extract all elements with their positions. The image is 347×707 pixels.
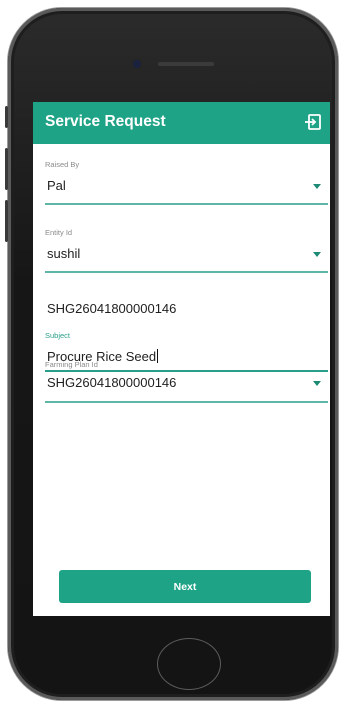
- home-button[interactable]: [157, 638, 221, 690]
- front-camera: [133, 60, 141, 68]
- app-screen: Service Request Raised By Pal Entity Id …: [33, 102, 330, 616]
- farming-plan-label: Farming Plan Id: [45, 360, 98, 369]
- raised-by-label: Raised By: [45, 160, 80, 169]
- farming-plan-dropdown[interactable]: Farming Plan Id SHG26041800000146: [45, 356, 328, 408]
- raised-by-dropdown[interactable]: Raised By Pal: [45, 154, 328, 206]
- earpiece-speaker: [158, 62, 214, 66]
- chevron-down-icon[interactable]: [313, 252, 321, 257]
- shg-id-text: SHG26041800000146: [47, 301, 177, 316]
- entity-id-underline: [45, 271, 328, 273]
- app-bar: Service Request: [33, 102, 330, 144]
- farming-plan-value: SHG26041800000146: [47, 375, 177, 390]
- mute-switch: [5, 106, 8, 128]
- entity-id-dropdown[interactable]: Entity Id sushil: [45, 222, 328, 274]
- entity-id-label: Entity Id: [45, 228, 73, 237]
- subject-label: Subject: [45, 331, 71, 340]
- logout-icon[interactable]: [304, 113, 322, 131]
- chevron-down-icon[interactable]: [313, 381, 321, 386]
- farming-plan-underline: [45, 401, 328, 403]
- chevron-down-icon[interactable]: [313, 184, 321, 189]
- entity-id-value: sushil: [47, 246, 81, 261]
- next-button[interactable]: Next: [59, 570, 311, 603]
- raised-by-underline: [45, 203, 328, 205]
- page-title: Service Request: [45, 113, 166, 130]
- volume-down-button: [5, 200, 8, 242]
- raised-by-value: Pal: [47, 178, 66, 193]
- volume-up-button: [5, 148, 8, 190]
